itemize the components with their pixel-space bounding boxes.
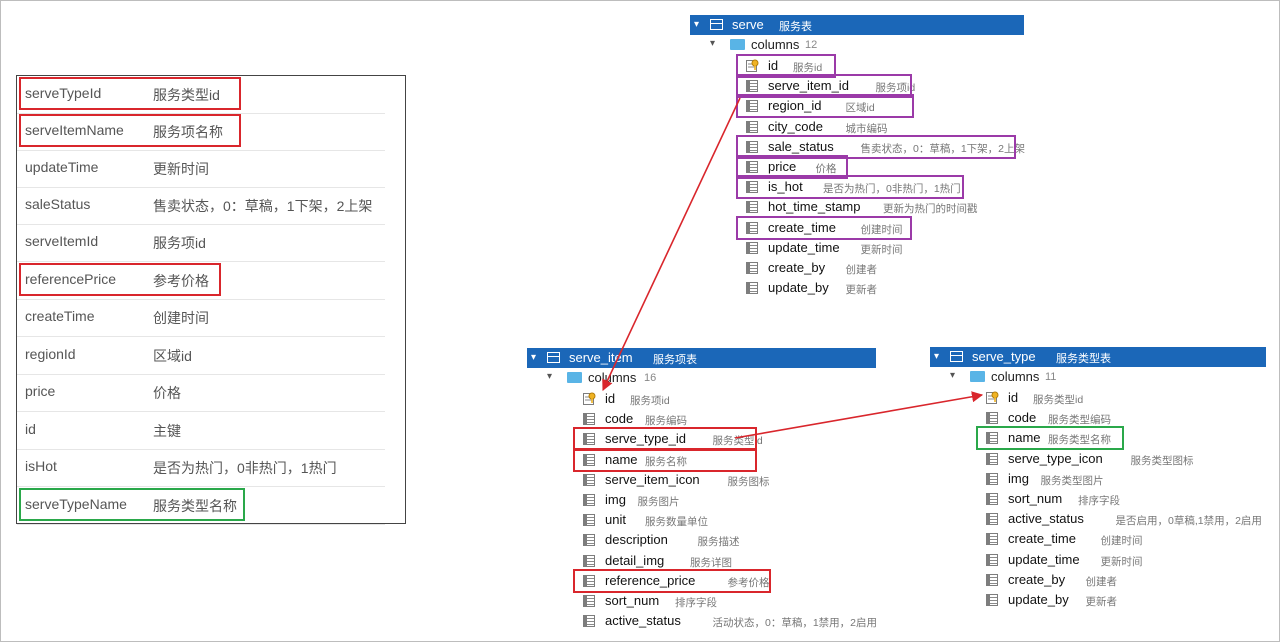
arrow-serve-type-id-to-serve-type xyxy=(734,391,984,439)
arrow-serve-item-id-to-serve-item xyxy=(602,97,741,392)
relation-arrows xyxy=(602,97,984,439)
